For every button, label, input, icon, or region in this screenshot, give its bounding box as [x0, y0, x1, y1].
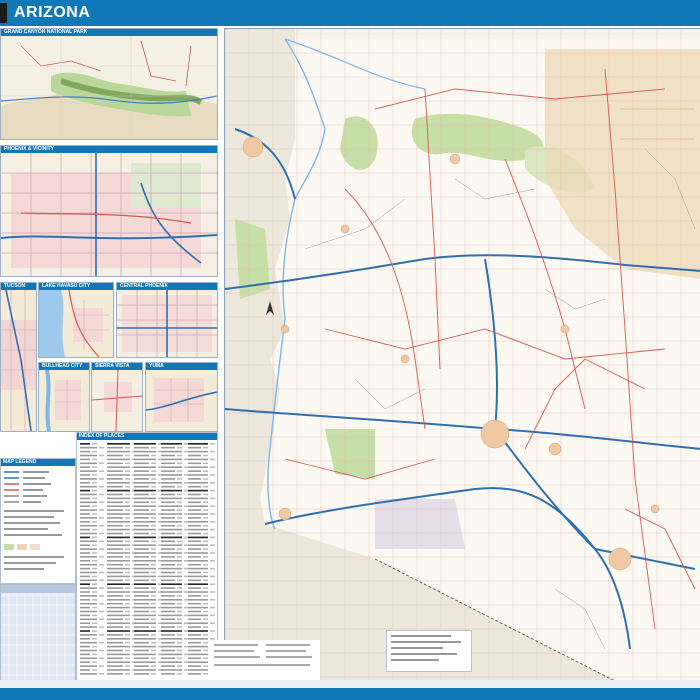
inset-title-sierra-vista: SIERRA VISTA	[92, 363, 142, 370]
inset-title-lake-havasu: LAKE HAVASU CITY	[39, 283, 113, 290]
title-accent	[0, 3, 7, 23]
inset-title-tucson: TUCSON	[1, 283, 36, 290]
phoenix-vicinity-map	[1, 153, 217, 276]
tucson-map	[1, 290, 36, 431]
bottom-strip	[0, 680, 700, 688]
index-title: INDEX OF PLACES	[77, 433, 217, 440]
map-legend: MAP LEGEND	[0, 458, 76, 584]
credits-lines	[214, 644, 312, 666]
bullhead-city-map	[39, 370, 89, 431]
grand-canyon-map	[1, 36, 217, 139]
inset-title-central-phoenix: CENTRAL PHOENIX	[117, 283, 217, 290]
legend-symbols	[4, 471, 64, 570]
inset-bullhead-city[interactable]: BULLHEAD CITY	[38, 362, 90, 432]
inset-title-grand-canyon: GRAND CANYON NATIONAL PARK	[1, 29, 217, 36]
yuma-map	[146, 370, 217, 431]
inset-phoenix-vicinity[interactable]: PHOENIX & VICINITY	[0, 145, 218, 277]
map-credits	[210, 640, 320, 680]
inset-title-bullhead-city: BULLHEAD CITY	[39, 363, 89, 370]
central-phoenix-map	[117, 290, 217, 357]
north-arrow-icon	[266, 301, 274, 315]
inset-grand-canyon[interactable]: GRAND CANYON NATIONAL PARK	[0, 28, 218, 140]
lake-havasu-map	[39, 290, 113, 357]
arizona-map	[225, 29, 700, 681]
inset-title-yuma: YUMA	[146, 363, 217, 370]
inset-tucson[interactable]: TUCSON	[0, 282, 37, 432]
scale-lines	[391, 635, 461, 661]
inset-yuma[interactable]: YUMA	[145, 362, 218, 432]
distance-chart	[0, 584, 76, 682]
inset-sierra-vista[interactable]: SIERRA VISTA	[91, 362, 143, 432]
index-of-places: INDEX OF PLACES	[76, 432, 218, 682]
map-title: ARIZONA	[14, 4, 91, 21]
index-list	[80, 443, 215, 675]
inset-lake-havasu[interactable]: LAKE HAVASU CITY	[38, 282, 114, 358]
footer-bar	[0, 688, 700, 700]
distance-grid	[1, 585, 75, 681]
title-bar: ARIZONA	[0, 0, 700, 26]
legend-title: MAP LEGEND	[1, 459, 75, 466]
scale-legend-box	[386, 630, 472, 672]
sierra-vista-map	[92, 370, 142, 431]
inset-central-phoenix[interactable]: CENTRAL PHOENIX	[116, 282, 218, 358]
inset-title-phoenix-vicinity: PHOENIX & VICINITY	[1, 146, 217, 153]
main-state-map[interactable]	[224, 28, 700, 682]
